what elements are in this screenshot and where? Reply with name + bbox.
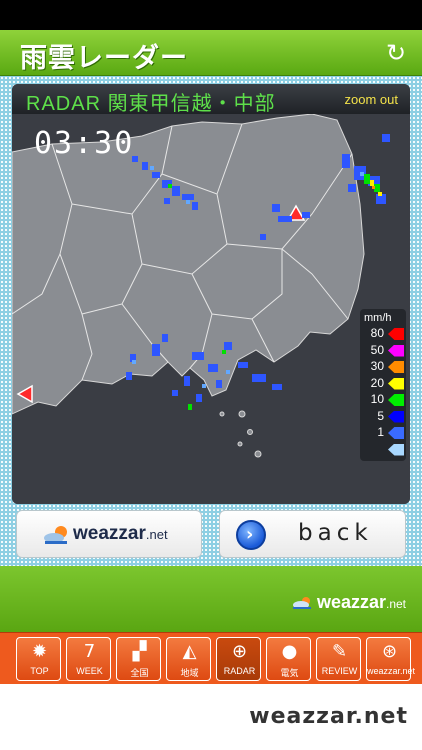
legend-swatch <box>388 377 404 390</box>
legend-row: 10 <box>362 392 406 407</box>
tab-bar: ✹ TOP 7 WEEK ▞ 全国 ◭ 地域 ⊕ RADAR ● 電気 ✎ REVIEW ⊛ weazzar.… <box>0 632 422 684</box>
legend-row: 20 <box>362 375 406 391</box>
legend-row: 5 <box>362 408 406 424</box>
legend-unit: mm/h <box>364 312 392 324</box>
rain-legend: mm/h 80 50 30 20 10 5 1 <box>360 309 406 461</box>
radar-time: 03:30 <box>34 126 135 161</box>
legend-row: 50 <box>362 342 406 358</box>
main-content: RADAR 関東甲信越・中部 zoom out 03:30 mm/h 80 50… <box>0 76 422 566</box>
legend-swatch <box>388 344 404 357</box>
weazzar-logo-text: weazzar.net <box>73 523 168 544</box>
legend-label: 10 <box>370 392 384 406</box>
tab-review[interactable]: ✎ REVIEW <box>316 637 361 681</box>
weazzar-button[interactable]: weazzar.net <box>16 510 202 558</box>
weazzar-logo-icon <box>44 526 67 544</box>
legend-row: 30 <box>362 359 406 374</box>
lightbulb-icon: ● <box>281 641 298 662</box>
legend-swatch <box>388 361 404 373</box>
tab-top[interactable]: ✹ TOP <box>16 637 61 681</box>
review-icon: ✎ <box>331 641 348 662</box>
footer-logo[interactable]: weazzar.net <box>292 592 406 613</box>
tab-region[interactable]: ◭ 地域 <box>166 637 211 681</box>
legend-swatch <box>388 427 404 439</box>
tab-nationwide[interactable]: ▞ 全国 <box>116 637 161 681</box>
tab-label: WEEK <box>76 666 103 676</box>
page-title: 雨雲レーダー <box>20 43 188 74</box>
radar-header: RADAR 関東甲信越・中部 zoom out <box>12 84 410 115</box>
tab-label: RADAR <box>223 666 256 676</box>
legend-swatch <box>388 443 404 456</box>
tab-label: REVIEW <box>321 666 358 676</box>
legend-row: 1 <box>362 425 406 440</box>
legend-swatch <box>388 394 404 406</box>
brand-bottom: weazzar.net <box>249 704 408 729</box>
region-map-icon: ◭ <box>182 641 197 662</box>
weazzar-logo-icon <box>292 597 311 610</box>
status-bar <box>0 0 422 30</box>
tab-label: 全国 <box>130 668 149 678</box>
legend-row <box>362 443 406 457</box>
zoom-out-button[interactable]: zoom out <box>345 92 398 107</box>
radar-map[interactable] <box>12 114 410 504</box>
tab-label: TOP <box>30 666 49 676</box>
footer-bar: weazzar.net <box>0 566 422 632</box>
radar-title: RADAR 関東甲信越・中部 <box>26 93 276 115</box>
radar-icon: ⊕ <box>231 641 248 662</box>
legend-label: 1 <box>377 425 384 439</box>
refresh-icon[interactable]: ↻ <box>382 39 410 67</box>
back-label: back <box>298 520 373 546</box>
tab-week[interactable]: 7 WEEK <box>66 637 111 681</box>
calendar-icon: 7 <box>83 641 96 662</box>
tab-radar[interactable]: ⊕ RADAR <box>216 637 261 681</box>
legend-label: 80 <box>370 326 384 340</box>
back-button[interactable]: › back <box>219 510 406 558</box>
legend-label: 20 <box>370 375 384 390</box>
tab-label: weazzar.net <box>367 666 416 676</box>
tab-label: 電気 <box>280 668 299 678</box>
japan-map-icon: ▞ <box>132 641 147 662</box>
legend-swatch <box>388 410 404 423</box>
legend-row: 80 <box>362 326 406 341</box>
legend-label: 50 <box>370 342 384 357</box>
globe-icon: ⊛ <box>381 641 398 662</box>
legend-swatch <box>388 328 404 340</box>
radar-panel: RADAR 関東甲信越・中部 zoom out 03:30 mm/h 80 50… <box>12 84 410 504</box>
sun-icon: ✹ <box>31 641 48 662</box>
arrow-right-icon: › <box>236 520 266 550</box>
tab-electric[interactable]: ● 電気 <box>266 637 311 681</box>
app-header: 雨雲レーダー ↻ <box>0 30 422 76</box>
legend-label: 5 <box>377 408 384 423</box>
tab-weazzar-net[interactable]: ⊛ weazzar.net <box>366 637 416 681</box>
legend-label: 30 <box>370 359 384 373</box>
tab-label: 地域 <box>180 668 199 678</box>
